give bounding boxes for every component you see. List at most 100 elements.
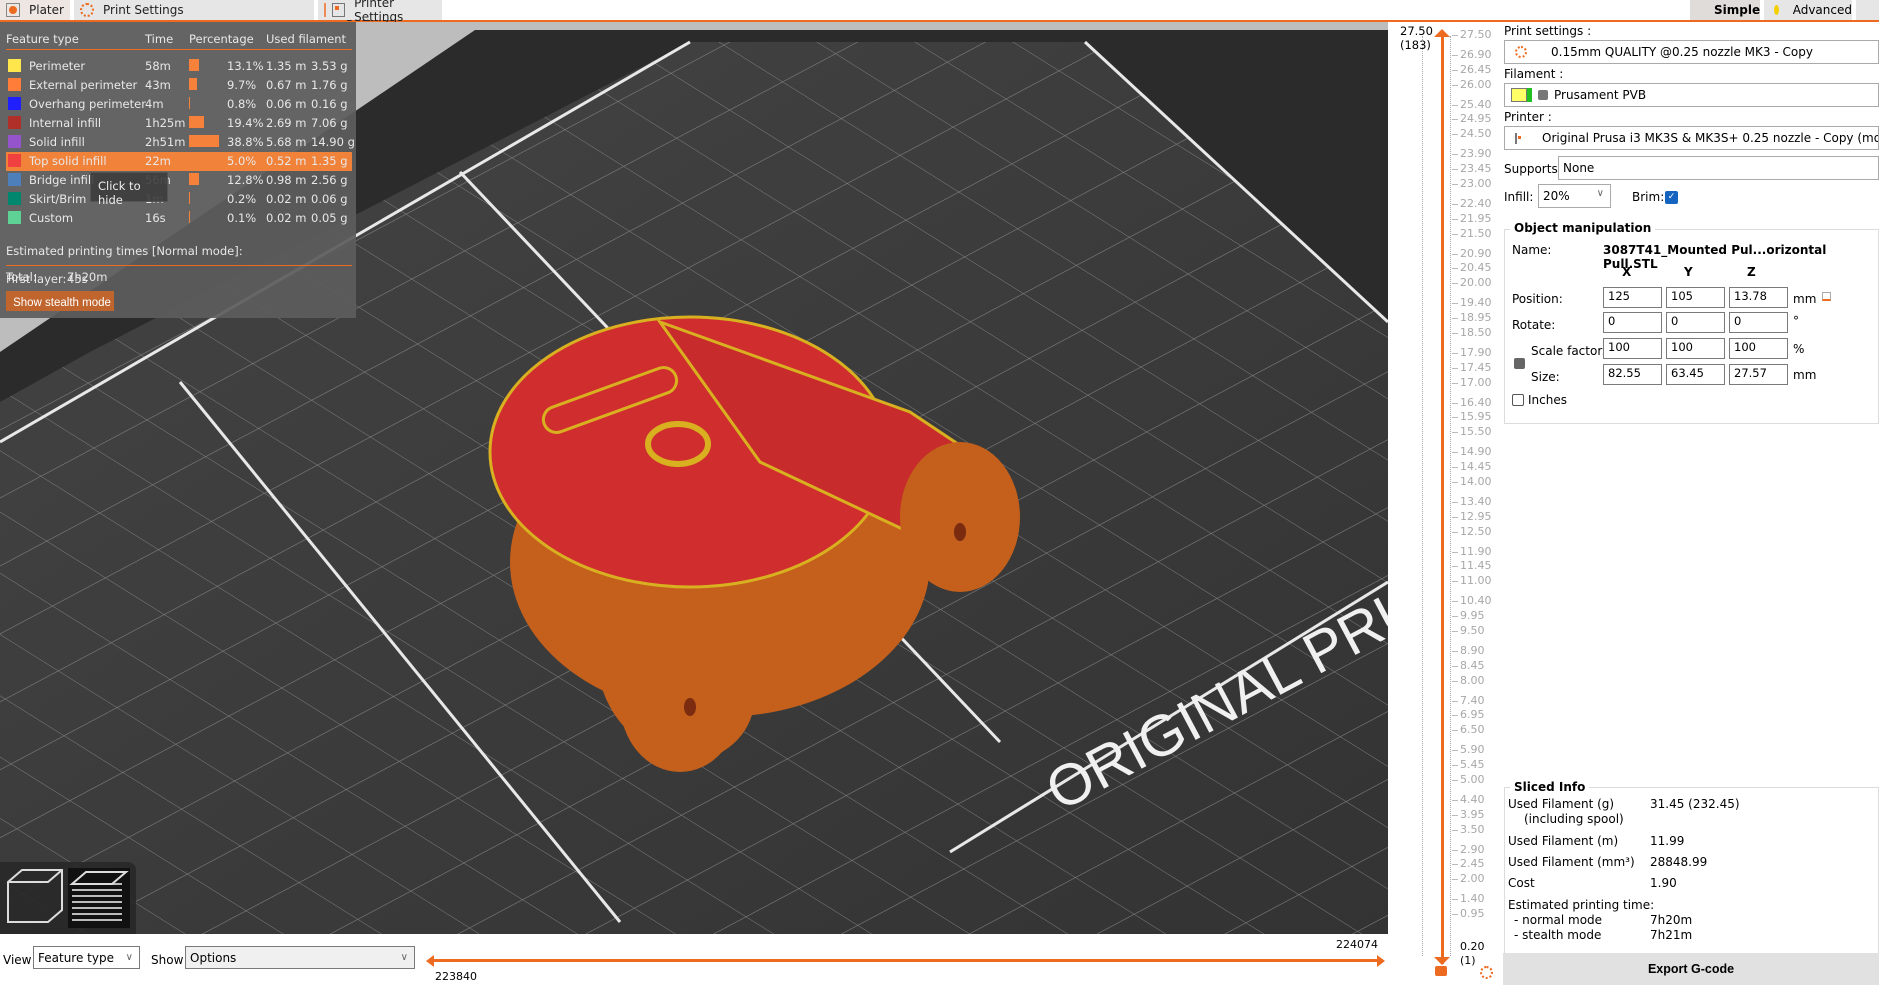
layer-height-tick: 18.95 [1452,311,1492,325]
position-x-input[interactable]: 125 [1603,287,1662,308]
header-used-filament: Used filament [266,32,347,46]
size-label: Size: [1531,370,1560,384]
layer-height-tick: 6.50 [1452,723,1485,737]
move-slider-left-thumb-icon[interactable] [426,955,434,967]
color-swatch [8,192,21,205]
rotate-y-input[interactable]: 0 [1666,312,1725,333]
position-y-input[interactable]: 105 [1666,287,1725,308]
infill-combo[interactable]: 20% ∨ [1538,184,1611,208]
layer-height-tick: 4.40 [1452,792,1485,806]
legend-row[interactable]: Solid infill 2h51m 38.8% 5.68 m 14.90 g [6,133,355,152]
rotate-x-input[interactable]: 0 [1603,312,1662,333]
filament-combo[interactable]: Prusament PVB [1504,83,1879,107]
supports-label: Supports: [1504,162,1562,176]
drop-to-bed-icon[interactable] [1822,292,1831,301]
layer-height-tick: 24.50 [1452,127,1492,141]
legend-row[interactable]: Perimeter 58m 13.1% 1.35 m 3.53 g [6,57,352,76]
layer-height-tick: 13.40 [1452,494,1492,508]
right-sidebar: Print settings : 0.15mm QUALITY @0.25 no… [1500,22,1879,985]
print-settings-label: Print settings : [1504,24,1592,38]
tab-printer-settings[interactable]: Printer Settings [326,0,440,24]
printer-label: Printer : [1504,110,1552,124]
tab-label: Printer Settings [354,0,404,24]
layer-height-tick: 14.00 [1452,475,1492,489]
position-label: Position: [1512,292,1563,306]
position-z-input[interactable]: 13.78 [1729,287,1788,308]
layer-height-tick: 15.50 [1452,425,1492,439]
layer-height-tick: 20.45 [1452,261,1492,275]
scale-lock-icon[interactable] [1514,358,1525,369]
cog-icon[interactable] [1480,966,1493,979]
printer-combo[interactable]: Original Prusa i3 MK3S & MK3S+ 0.25 nozz… [1504,126,1879,150]
layer-height-tick: 7.40 [1452,693,1485,707]
layer-height-tick: 23.00 [1452,177,1492,190]
mode-simple[interactable]: Simple [1690,0,1760,20]
legend-row[interactable]: Bridge infill56m12.8%0.98 m2.56 g [6,171,352,190]
legend-row[interactable]: Skirt/Brim1m0.2%0.02 m0.06 g [6,190,352,209]
layer-height-tick: 11.45 [1452,559,1492,573]
size-z-input[interactable]: 27.57 [1729,364,1788,385]
infill-value: 20% [1543,189,1570,203]
brim-checkbox[interactable]: ✓ [1665,191,1678,204]
feature-percentage: 38.8% [227,135,264,149]
legend-row[interactable]: Top solid infill 22m 5.0% 0.52 m 1.35 g [6,152,352,171]
show-select[interactable]: Options ∨ [185,946,415,969]
layer-height-tick: 12.95 [1452,509,1492,523]
legend-row[interactable]: Custom 16s 0.1% 0.02 m 0.05 g [6,209,352,228]
size-x-input[interactable]: 82.55 [1603,364,1662,385]
mode-label: Advanced [1792,3,1852,17]
inches-checkbox[interactable] [1512,394,1524,406]
scale-y-input[interactable]: 100 [1666,338,1725,359]
mode-expert[interactable] [1856,0,1879,20]
size-y-input[interactable]: 63.45 [1666,364,1725,385]
move-slider-right-thumb-icon[interactable] [1377,955,1385,967]
feature-name: Top solid infill [29,154,107,168]
layer-height-tick: 26.00 [1452,77,1492,91]
slider-bottom-thumb-icon[interactable] [1434,957,1450,965]
tab-print-settings[interactable]: Print Settings [74,0,314,20]
print-settings-combo[interactable]: 0.15mm QUALITY @0.25 nozzle MK3 - Copy [1504,40,1879,64]
feature-name: Skirt/Brim [29,192,87,206]
view-select-value: Feature type [38,950,114,965]
rotate-z-input[interactable]: 0 [1729,312,1788,333]
legend-row[interactable]: Internal infill 1h25m 19.4% 2.69 m 7.06 g [6,114,352,133]
mode-advanced[interactable]: Advanced [1764,0,1852,20]
filament-label: Filament : [1504,67,1564,81]
supports-combo[interactable]: None [1558,156,1879,180]
feature-time: 1h25m [145,116,186,130]
printer-icon [332,3,346,17]
layer-slider[interactable]: 27.50 (183) 27.50 26.90 26.45 26.00 25.40 24.… [1388,22,1500,985]
scale-x-input[interactable]: 100 [1603,338,1662,359]
scale-z-input[interactable]: 100 [1729,338,1788,359]
show-stealth-mode-button[interactable]: Show stealth mode [6,291,114,311]
used-filament-g-label: Used Filament (g) [1508,797,1615,811]
color-swatch [8,97,21,110]
view-select[interactable]: Feature type ∨ [33,946,140,969]
slider-bottom-value: 0.20 [1460,940,1485,953]
layers-view-icon[interactable] [68,868,130,928]
legend-row[interactable]: External perimeter 43m 9.7% 0.67 m 1.76 g [6,76,352,95]
filament-color-swatch-secondary [1527,88,1532,102]
axis-z-label: Z [1747,265,1756,279]
bottom-toolbar: View Feature type ∨ Show Options ∨ 22384… [0,934,1388,985]
slider-top-thumb-icon[interactable] [1434,29,1450,37]
color-swatch [8,173,21,186]
including-spool-label: (including spool) [1524,812,1624,826]
layer-height-tick: 5.45 [1452,758,1485,772]
unlock-icon[interactable] [1435,966,1447,976]
layer-slider-track[interactable] [1441,34,1444,964]
feature-weight: 0.16 g [311,97,348,111]
feature-time: 2h51m [145,135,186,149]
tab-plater[interactable]: Plater [0,0,70,20]
layer-height-tick: 10.40 [1452,594,1492,608]
layer-height-tick: 0.95 [1452,907,1485,921]
legend-row[interactable]: Overhang perimeter 4m 0.8% 0.06 m 0.16 g [6,95,352,114]
export-gcode-button[interactable]: Export G-code [1503,953,1879,985]
feature-percentage: 19.4% [227,116,264,130]
feature-weight: 1.35 g [311,154,348,168]
header-time: Time [145,32,174,46]
move-slider-track[interactable] [429,959,1383,962]
layer-height-tick: 2.90 [1452,842,1485,856]
slider-dotted-guide [1450,36,1454,956]
legend-header: Feature type Time Percentage Used filame… [6,32,352,50]
